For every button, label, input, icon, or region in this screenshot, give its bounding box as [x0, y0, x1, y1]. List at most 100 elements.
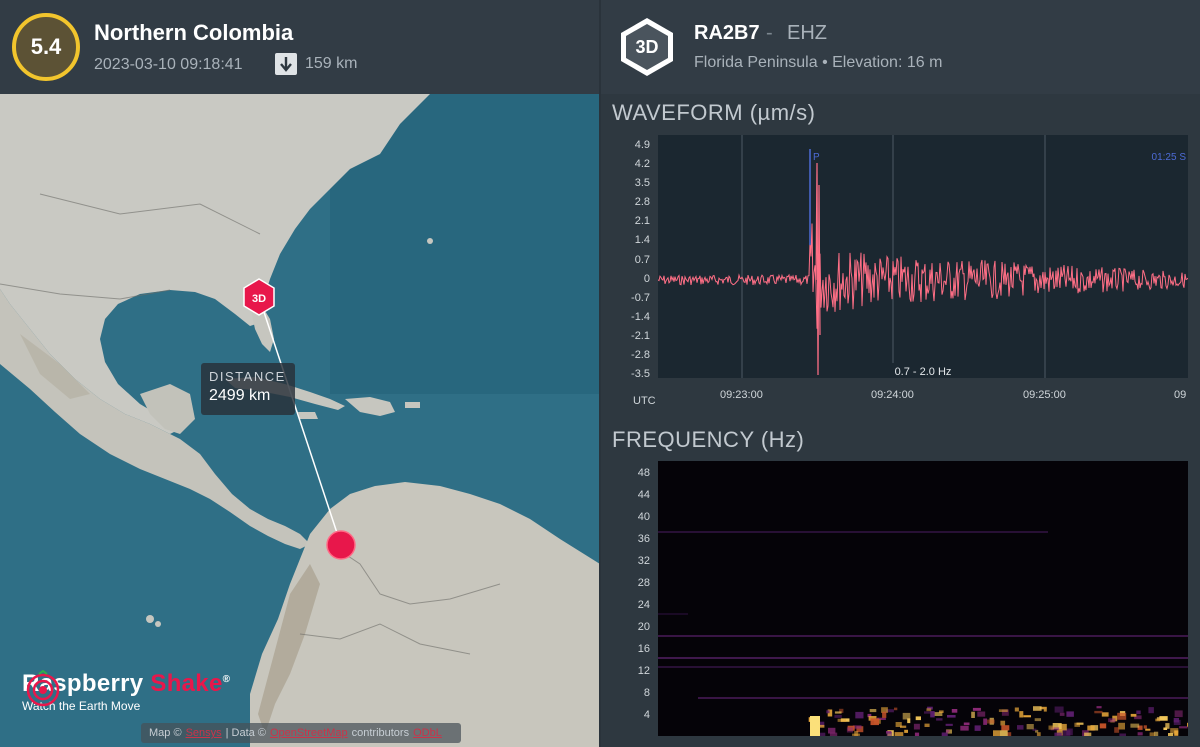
epicenter-marker[interactable] [326, 530, 356, 560]
station-code: RA2B7 [694, 22, 760, 44]
depth-value: 159 km [305, 55, 358, 72]
spectrogram-energy [1170, 728, 1179, 734]
spectrogram-energy [1094, 710, 1103, 714]
filter-label: 0.7 - 2.0 Hz [895, 366, 952, 378]
map-attribution: Map © Sensys | Data © OpenStreetMap cont… [141, 723, 461, 743]
spectrogram-plot[interactable] [658, 461, 1196, 740]
station-type-badge: 3D [619, 16, 675, 83]
frequency-y-tick: 4 [643, 709, 650, 721]
frequency-y-tick: 8 [643, 687, 650, 699]
spectrogram-energy [926, 708, 932, 712]
frequency-y-tick: 48 [637, 467, 650, 479]
spectrogram-energy [1174, 710, 1183, 718]
frequency-y-tick: 44 [637, 489, 650, 501]
spectrogram-energy [1187, 722, 1194, 727]
spectrogram-energy [1168, 733, 1174, 739]
attribution-link-license[interactable]: ODbL [413, 727, 442, 739]
spectrogram-energy [974, 725, 981, 731]
spectrogram-energy [1130, 713, 1137, 717]
spectrogram-band [658, 657, 1188, 659]
spectrogram-energy [846, 727, 854, 733]
frequency-title: FREQUENCY (Hz) [612, 427, 805, 452]
waveform-y-tick: 4.2 [634, 158, 650, 171]
spectrogram-energy [960, 725, 969, 731]
spectrogram-energy [1145, 728, 1151, 731]
waveform-y-tick: 4.9 [634, 139, 650, 151]
spectrogram-energy [1048, 725, 1054, 730]
spectrogram-energy [951, 709, 958, 713]
spectrogram-energy [1137, 732, 1143, 736]
spectrogram-band [658, 635, 1188, 637]
frequency-y-tick: 40 [637, 511, 650, 523]
spectrogram-energy [894, 707, 898, 711]
waveform-y-tick: 0.7 [634, 253, 650, 266]
waveform-x-tick: 09:25:00 [1023, 389, 1066, 401]
spectrogram-energy [882, 711, 887, 718]
station-channel: EHZ [787, 22, 827, 44]
spectrogram-energy [1036, 732, 1041, 737]
distance-label: DISTANCE [209, 369, 286, 384]
spectrogram-energy [1108, 718, 1116, 723]
spectrogram-energy [945, 729, 950, 733]
spectrogram-canvas [658, 531, 1196, 740]
spectrogram-energy [924, 723, 930, 727]
spectrogram-energy [907, 718, 911, 724]
spectrogram-band [658, 613, 688, 615]
waveform-y-tick: 2.1 [634, 215, 650, 228]
spectrogram-energy [1118, 722, 1125, 730]
spectrogram-energy [1059, 712, 1065, 716]
spectrogram-energy [930, 711, 935, 718]
attribution-link-map[interactable]: Sensys [186, 727, 222, 739]
p-arrival-label: P [813, 152, 820, 163]
spectrogram-energy [1061, 730, 1071, 736]
spectrogram-energy [1034, 718, 1041, 722]
spectrogram-energy [1148, 707, 1154, 714]
spectrogram-energy [1000, 730, 1008, 737]
raspberry-shake-icon [26, 670, 60, 707]
frequency-y-tick: 20 [637, 621, 650, 633]
spectrogram-energy [945, 723, 953, 726]
spectrogram-energy [1066, 711, 1074, 717]
attribution-link-osm[interactable]: OpenStreetMap [270, 727, 348, 739]
spectrogram-energy [913, 723, 920, 730]
spectrogram-energy [915, 716, 921, 721]
brand-logo[interactable]: Raspberry Shake® Watch the Earth Move [22, 670, 230, 713]
frequency-y-tick: 24 [637, 599, 650, 611]
waveform-x-tick: 09 [1174, 389, 1187, 401]
spectrogram-energy [947, 715, 956, 718]
frequency-y-tick: 12 [637, 665, 650, 677]
spectrogram-energy [998, 709, 1008, 712]
spectrogram-energy [1143, 725, 1147, 729]
spectrogram-energy [904, 729, 908, 733]
waveform-canvas: P 01:25 S 0.7 - 2.0 Hz [657, 135, 1189, 378]
spectrogram-energy [1014, 707, 1019, 712]
waveform-y-tick: -2.1 [631, 329, 650, 342]
spectrogram-energy [924, 711, 931, 714]
waveform-y-tick: -2.8 [631, 348, 650, 361]
svg-text:3D: 3D [252, 293, 266, 305]
spectrogram-energy [1007, 732, 1012, 739]
spectrogram-energy [1043, 709, 1047, 712]
map-canvas: 3D [0, 94, 600, 747]
spectrogram-energy [1099, 723, 1107, 729]
spectrogram-energy [1017, 725, 1024, 730]
spectrogram-band [698, 697, 1188, 699]
spectrogram-energy [936, 718, 943, 721]
spectrogram-energy [895, 722, 902, 727]
map-view[interactable]: 3D DISTANCE 2499 km Raspberry Shake® Wat… [0, 94, 600, 747]
distance-value: 2499 km [209, 387, 271, 404]
waveform-title: WAVEFORM (µm/s) [612, 100, 816, 125]
spectrogram-energy [1084, 732, 1092, 737]
spectrogram-energy [834, 711, 842, 714]
spectrogram-energy [1155, 718, 1161, 722]
waveform-x-tick: 09:23:00 [720, 389, 763, 401]
distance-tooltip: DISTANCE 2499 km [201, 363, 295, 415]
spectrogram-energy [1000, 720, 1006, 726]
spectrogram-energy [1074, 722, 1080, 727]
waveform-y-tick: 3.5 [634, 177, 650, 190]
frequency-y-tick: 32 [637, 555, 650, 567]
spectrogram-energy [986, 719, 995, 724]
waveform-plot[interactable]: P 01:25 S 0.7 - 2.0 Hz [657, 135, 1189, 378]
waveform-peak [815, 162, 821, 376]
spectrogram-energy [886, 731, 893, 739]
